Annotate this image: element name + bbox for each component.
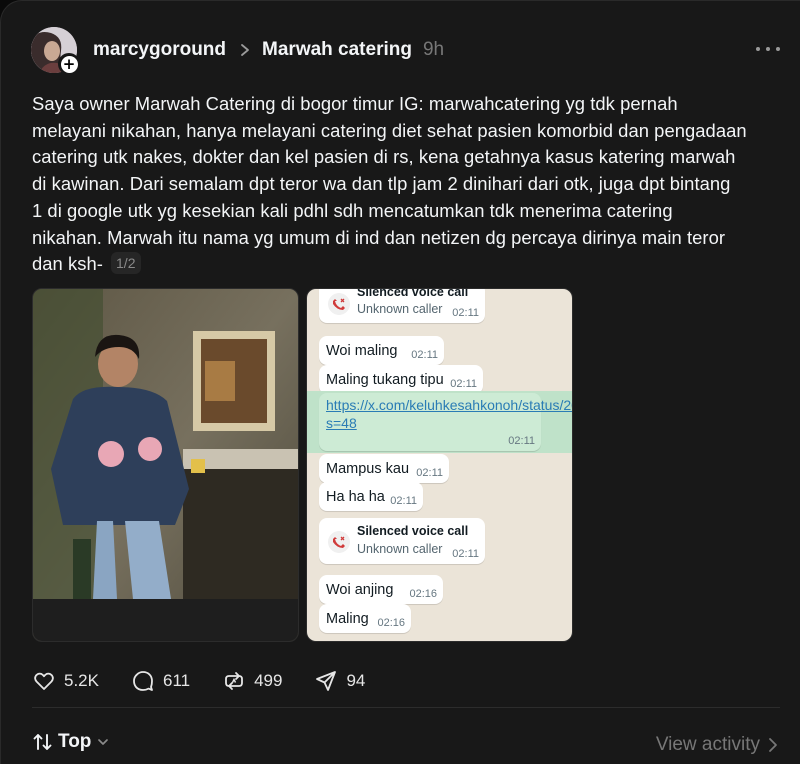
message-text: Mampus kau (326, 461, 410, 477)
heart-icon (34, 672, 54, 690)
chat-message: Maling 02:16 (319, 604, 411, 633)
message-text: Woi anjing (326, 582, 394, 598)
send-icon (316, 671, 337, 691)
post-actions: 5.2K 611 499 94 (32, 667, 397, 695)
post-photo[interactable] (32, 288, 299, 642)
message-time: 02:11 (508, 435, 535, 447)
message-time: 02:16 (409, 588, 437, 600)
post-text-line: 1 di google utk yg kesekian kali pdhl sd… (32, 199, 673, 221)
follow-plus-button[interactable]: + (58, 53, 80, 75)
message-time: 02:11 (390, 495, 417, 507)
comment-button[interactable]: 611 (131, 669, 190, 693)
post-author-line: marcygoround Marwah catering 9h (93, 39, 444, 61)
message-time: 02:11 (452, 307, 479, 319)
chat-message: Mampus kau 02:11 (319, 454, 449, 483)
post-text-line: catering utk nakes, dokter dan kel pasie… (32, 146, 736, 168)
plus-icon: + (60, 55, 78, 73)
person-photo-image (33, 289, 298, 641)
chat-screenshot[interactable]: Silenced voice call Unknown caller 02:11… (306, 288, 573, 642)
username-link[interactable]: marcygoround (93, 39, 226, 61)
view-activity-label: View activity (655, 734, 760, 755)
missed-call-icon (328, 293, 350, 315)
message-text: Maling tukang tipu (326, 372, 444, 388)
repost-icon (225, 672, 243, 690)
post-text-line: di kawinan. Dari semalam dpt teror wa da… (32, 173, 731, 195)
chat-message: Ha ha ha 02:11 (319, 482, 423, 511)
missed-call-icon (328, 531, 350, 553)
chevron-right-icon (241, 44, 249, 56)
sort-arrows-icon (33, 734, 52, 750)
message-text: Ha ha ha (326, 489, 385, 505)
message-time: 02:11 (450, 378, 477, 390)
chevron-right-icon (769, 738, 777, 752)
voice-call-bubble: Silenced voice call Unknown caller 02:11 (319, 288, 485, 323)
page-indicator: 1/2 (110, 252, 141, 275)
chat-message: Woi maling 02:11 (319, 336, 444, 365)
like-count: 5.2K (64, 671, 99, 690)
like-button[interactable]: 5.2K (32, 669, 99, 693)
post-card: + marcygoround Marwah catering 9h Saya o… (0, 0, 800, 764)
repost-button[interactable]: 499 (222, 669, 282, 693)
message-time: 02:16 (377, 617, 405, 629)
call-title: Silenced voice call (357, 288, 469, 299)
chat-link-message: https://x.com/keluhkesahkonoh/status/205… (319, 393, 572, 451)
post-text-line: dan ksh- (32, 253, 103, 275)
comment-count: 611 (162, 671, 191, 690)
call-subtitle: Unknown caller (357, 542, 443, 556)
comment-bubble-icon (133, 671, 153, 691)
more-dots-icon[interactable] (756, 37, 780, 61)
post-body-text: Saya owner Marwah Catering di bogor timu… (32, 91, 792, 278)
community-link[interactable]: Marwah catering (262, 39, 412, 61)
post-text-line: nikahan. Marwah itu nama yg umum di ind … (32, 226, 726, 248)
message-time: 02:11 (416, 467, 443, 479)
share-count: 94 (346, 671, 366, 690)
call-subtitle: Unknown caller (357, 302, 443, 316)
message-text: Woi maling (326, 343, 398, 359)
message-time: 02:11 (452, 548, 479, 560)
share-button[interactable]: 94 (314, 669, 365, 693)
message-text: Maling (326, 611, 369, 627)
post-time: 9h (422, 39, 445, 60)
view-activity-link[interactable]: View activity (656, 734, 778, 756)
highlighted-message-row: https://x.com/keluhkesahkonoh/status/205… (307, 391, 572, 453)
call-title: Silenced voice call (357, 524, 469, 538)
post-text-line: melayani nikahan, hanya melayani caterin… (32, 119, 747, 141)
message-link[interactable]: https://x.com/keluhkesahkonoh/status/205… (326, 396, 572, 432)
sort-label: Top (58, 731, 92, 752)
message-time: 02:11 (411, 349, 438, 361)
post-header: + marcygoround Marwah catering 9h (31, 27, 780, 77)
sort-dropdown[interactable]: Top (32, 731, 109, 753)
repost-count: 499 (254, 671, 283, 690)
chevron-down-icon (98, 739, 109, 745)
divider (32, 707, 780, 708)
chat-message: Woi anjing 02:16 (319, 575, 443, 604)
chat-message: Maling tukang tipu 02:11 (319, 365, 483, 394)
post-text-line: Saya owner Marwah Catering di bogor timu… (32, 93, 678, 114)
voice-call-bubble: Silenced voice call Unknown caller 02:11 (319, 518, 485, 564)
